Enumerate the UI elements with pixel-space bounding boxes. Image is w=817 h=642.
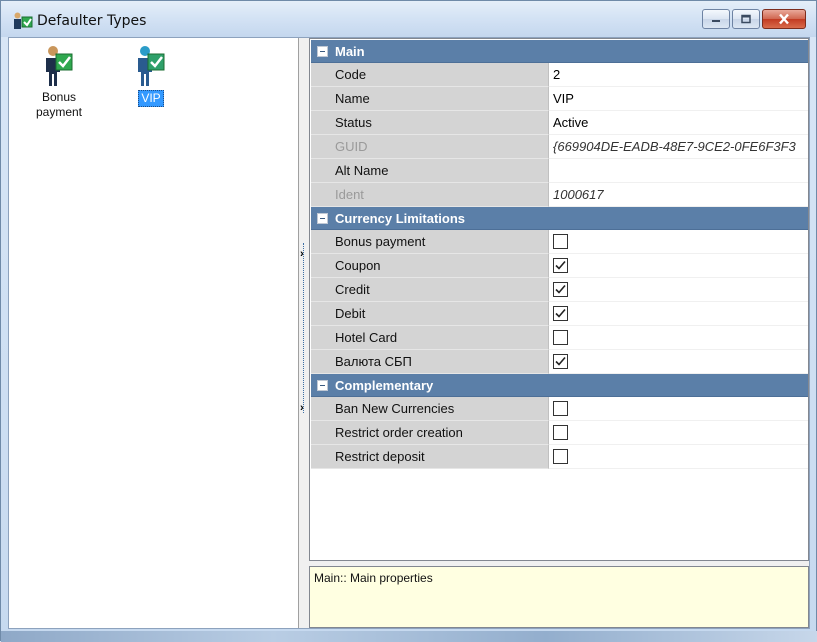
window-controls [700, 9, 806, 31]
splitter-arrow-icon[interactable]: › [300, 402, 304, 414]
checkbox[interactable] [553, 282, 568, 297]
property-grid[interactable]: Main Code 2 Name VIP Status Active GUID … [309, 38, 809, 561]
defaulter-app-icon [14, 12, 33, 29]
type-item-label: Bonus payment [35, 90, 83, 119]
property-row-sbp[interactable]: Валюта СБП [311, 350, 808, 374]
pane-splitter[interactable]: › › [299, 38, 309, 628]
property-value[interactable]: Active [549, 111, 808, 135]
property-name: Status [311, 111, 549, 135]
checkmark-icon [555, 308, 566, 318]
property-row-alt-name[interactable]: Alt Name [311, 159, 808, 183]
checkmark-icon [555, 284, 566, 294]
person-check-icon [138, 46, 165, 86]
checkbox[interactable] [553, 425, 568, 440]
category-label: Currency Limitations [335, 211, 466, 226]
maximize-icon [741, 14, 751, 24]
property-row-ident[interactable]: Ident 1000617 [311, 183, 808, 207]
property-name: Hotel Card [311, 326, 549, 350]
property-name: Debit [311, 302, 549, 326]
property-name: Alt Name [311, 159, 549, 183]
background-strip [1, 631, 817, 642]
maximize-button[interactable] [732, 9, 760, 29]
category-currency-limitations[interactable]: Currency Limitations [311, 207, 808, 230]
collapse-icon[interactable] [317, 46, 328, 57]
property-row-restrict-deposit[interactable]: Restrict deposit [311, 445, 808, 469]
checkbox[interactable] [553, 234, 568, 249]
property-row-debit[interactable]: Debit [311, 302, 808, 326]
checkbox[interactable] [553, 258, 568, 273]
checkmark-icon [555, 260, 566, 270]
splitter-arrow-icon[interactable]: › [300, 248, 304, 260]
minimize-button[interactable] [702, 9, 730, 29]
property-row-credit[interactable]: Credit [311, 278, 808, 302]
category-label: Main [335, 44, 365, 59]
property-row-guid[interactable]: GUID {669904DE-EADB-48E7-9CE2-0FE6F3F3 [311, 135, 808, 159]
close-icon [779, 13, 789, 25]
property-name: Name [311, 87, 549, 111]
property-name: Валюта СБП [311, 350, 549, 374]
property-row-restrict-order-creation[interactable]: Restrict order creation [311, 421, 808, 445]
property-name: Ban New Currencies [311, 397, 549, 421]
property-value: {669904DE-EADB-48E7-9CE2-0FE6F3F3 [549, 135, 808, 159]
type-item-label: VIP [138, 90, 164, 107]
property-row-hotel-card[interactable]: Hotel Card [311, 326, 808, 350]
property-row-ban-new-currencies[interactable]: Ban New Currencies [311, 397, 808, 421]
window-content: Bonus payment VIP › › Main Code 2 Name V… [8, 37, 810, 629]
property-name: Bonus payment [311, 230, 549, 254]
window-title: Defaulter Types [37, 13, 147, 29]
property-row-status[interactable]: Status Active [311, 111, 808, 135]
property-name: Credit [311, 278, 549, 302]
property-value[interactable] [549, 159, 808, 183]
minimize-icon [712, 20, 720, 22]
property-name: Coupon [311, 254, 549, 278]
property-name: Ident [311, 183, 549, 207]
checkbox[interactable] [553, 354, 568, 369]
property-description: Main:: Main properties [309, 566, 809, 628]
type-item-bonus-payment[interactable]: Bonus payment [27, 44, 91, 120]
checkmark-icon [555, 356, 566, 366]
checkbox[interactable] [553, 401, 568, 416]
types-list[interactable]: Bonus payment VIP [9, 38, 299, 628]
person-check-icon [46, 46, 73, 86]
title-bar[interactable]: Defaulter Types [1, 1, 816, 37]
property-name: GUID [311, 135, 549, 159]
property-value[interactable]: VIP [549, 87, 808, 111]
close-button[interactable] [762, 9, 806, 29]
property-name: Code [311, 63, 549, 87]
property-value[interactable]: 2 [549, 63, 808, 87]
collapse-icon[interactable] [317, 380, 328, 391]
defaulter-types-window: Defaulter Types Bonus payment VIP › › Ma… [0, 0, 817, 642]
property-name: Restrict deposit [311, 445, 549, 469]
property-name: Restrict order creation [311, 421, 549, 445]
property-value: 1000617 [549, 183, 808, 207]
property-row-name[interactable]: Name VIP [311, 87, 808, 111]
property-row-code[interactable]: Code 2 [311, 63, 808, 87]
splitter-grip [303, 243, 304, 413]
type-item-vip[interactable]: VIP [119, 44, 183, 107]
category-complementary[interactable]: Complementary [311, 374, 808, 397]
property-row-bonus-payment[interactable]: Bonus payment [311, 230, 808, 254]
property-row-coupon[interactable]: Coupon [311, 254, 808, 278]
category-main[interactable]: Main [311, 40, 808, 63]
checkbox[interactable] [553, 449, 568, 464]
checkbox[interactable] [553, 330, 568, 345]
category-label: Complementary [335, 378, 434, 393]
collapse-icon[interactable] [317, 213, 328, 224]
checkbox[interactable] [553, 306, 568, 321]
